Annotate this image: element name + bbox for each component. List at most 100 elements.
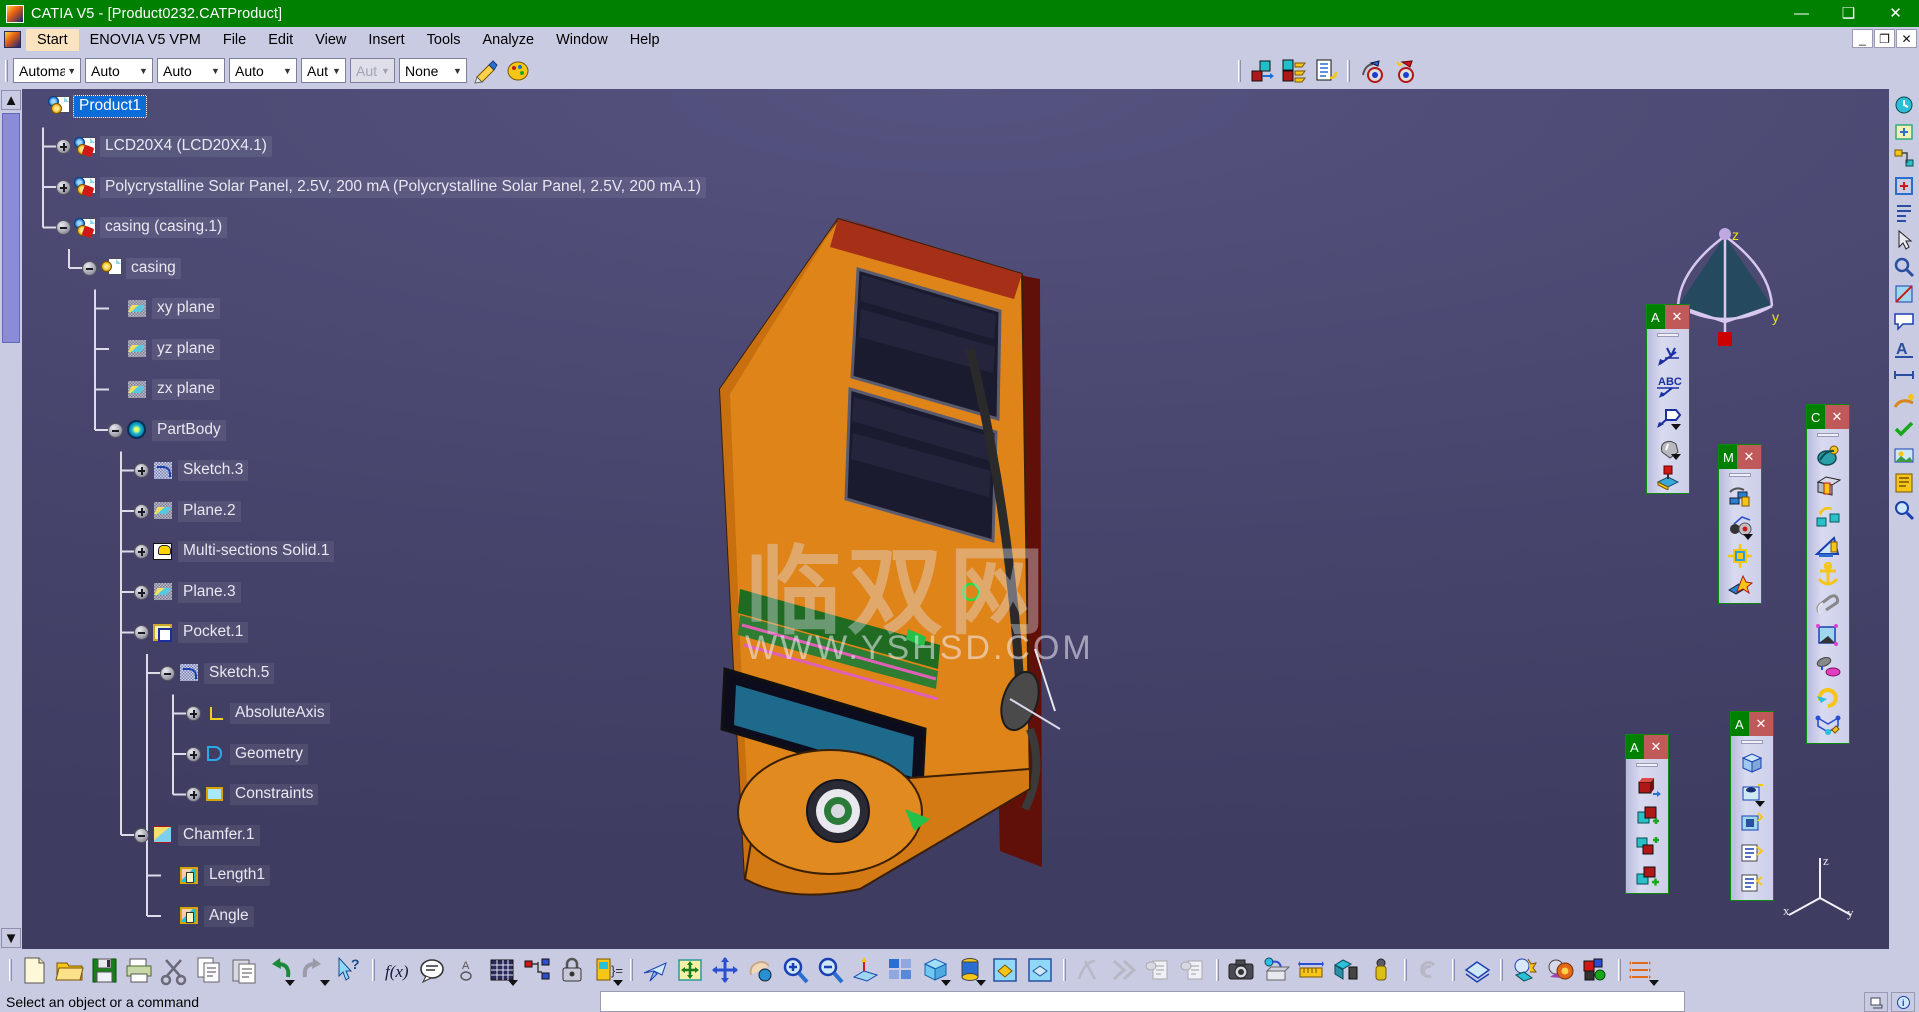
measure-update-icon[interactable] bbox=[1726, 572, 1754, 600]
toolbar-titlebar[interactable]: C ✕ bbox=[1807, 405, 1849, 429]
redo-icon[interactable] bbox=[299, 955, 330, 986]
tree-item-angle[interactable]: Angle bbox=[160, 905, 254, 927]
menu-item-help[interactable]: Help bbox=[619, 29, 671, 51]
photo-studio-icon[interactable] bbox=[1357, 57, 1385, 85]
tree-item-label[interactable]: Sketch.5 bbox=[204, 662, 275, 684]
tree-item-label[interactable]: Angle bbox=[204, 905, 254, 927]
window-status-icon[interactable] bbox=[1864, 992, 1888, 1012]
tree-item-label[interactable]: Polycrystalline Solar Panel, 2.5V, 200 m… bbox=[100, 176, 706, 198]
scroll-down-button[interactable]: ▼ bbox=[1, 928, 21, 948]
offset-constraint-icon[interactable] bbox=[1814, 472, 1842, 500]
close-button[interactable]: ✕ bbox=[1872, 0, 1919, 27]
new-file-icon[interactable] bbox=[19, 955, 50, 986]
toolbar-grip[interactable] bbox=[1063, 959, 1066, 981]
measure-inertia-icon[interactable] bbox=[1366, 955, 1397, 986]
menu-item-edit[interactable]: Edit bbox=[257, 29, 304, 51]
tree-scrollbar[interactable]: ▲ ▼ bbox=[0, 89, 22, 949]
tree-item-constraints[interactable]: Constraints bbox=[186, 784, 319, 806]
tree-item-polycrystalline-solar-panel-2-5v-200-ma-polycrystalline-solar-panel-2-5v-200-ma-1[interactable]: Polycrystalline Solar Panel, 2.5V, 200 m… bbox=[56, 176, 706, 198]
tree-item-label[interactable]: PartBody bbox=[152, 419, 226, 441]
table-icon[interactable] bbox=[487, 955, 518, 986]
tree-expander-minus[interactable] bbox=[134, 827, 149, 843]
flexible-rigid-icon[interactable] bbox=[1814, 712, 1842, 740]
measure-toolbar[interactable]: M ✕ bbox=[1718, 444, 1762, 604]
lock-icon[interactable] bbox=[557, 955, 588, 986]
fix-together-icon[interactable] bbox=[1814, 592, 1842, 620]
tree-item-product1[interactable]: Product1 bbox=[30, 94, 148, 118]
spiral-icon[interactable] bbox=[1414, 955, 1445, 986]
knowledge-icon[interactable]: }= bbox=[592, 955, 623, 986]
toolbar-titlebar[interactable]: A ✕ bbox=[1731, 712, 1773, 736]
tree-item-length1[interactable]: Length1 bbox=[160, 865, 271, 887]
tree-item-label[interactable]: Plane.2 bbox=[178, 500, 241, 522]
linetype-combo[interactable]: Aut ▼ bbox=[301, 58, 346, 83]
tree-item-label[interactable]: Constraints bbox=[230, 784, 319, 805]
menu-item-tools[interactable]: Tools bbox=[416, 29, 472, 51]
tree-item-label[interactable]: Pocket.1 bbox=[178, 622, 249, 643]
none-combo[interactable]: None ▼ bbox=[399, 58, 467, 83]
visu-combo[interactable]: Auto ▼ bbox=[229, 58, 297, 83]
paste-icon[interactable] bbox=[229, 955, 260, 986]
fly-mode-icon[interactable] bbox=[640, 955, 671, 986]
apply-material-icon[interactable] bbox=[1248, 57, 1276, 85]
measure-item-icon[interactable] bbox=[1331, 955, 1362, 986]
undo-icon[interactable] bbox=[264, 955, 295, 986]
enhanced-scene-icon[interactable] bbox=[1143, 955, 1174, 986]
search-icon[interactable] bbox=[1891, 497, 1917, 523]
tree-item-chamfer-1[interactable]: Chamfer.1 bbox=[134, 824, 260, 846]
hand-annotation-icon[interactable] bbox=[1654, 432, 1682, 460]
chevron-down-icon[interactable] bbox=[941, 979, 951, 986]
print-icon[interactable] bbox=[124, 955, 155, 986]
toolbar-grip[interactable] bbox=[1216, 959, 1219, 981]
tree-item-label[interactable]: Product1 bbox=[72, 94, 148, 118]
tree-expander-minus[interactable] bbox=[134, 625, 149, 640]
graph-tree-icon[interactable] bbox=[1891, 146, 1917, 172]
mdi-close-button[interactable]: ✕ bbox=[1896, 29, 1917, 48]
tree-item-absoluteaxis[interactable]: AbsoluteAxis bbox=[186, 703, 330, 725]
quick-constraint-icon[interactable] bbox=[1814, 622, 1842, 650]
chevron-down-icon[interactable] bbox=[1755, 801, 1765, 807]
catalog-icon[interactable] bbox=[1891, 470, 1917, 496]
tree-expander-plus[interactable] bbox=[186, 787, 201, 802]
mdi-minimize-button[interactable]: _ bbox=[1852, 29, 1873, 48]
menu-item-insert[interactable]: Insert bbox=[357, 29, 415, 51]
tree-expander-minus[interactable] bbox=[108, 422, 123, 438]
annotation-icon[interactable] bbox=[1891, 308, 1917, 334]
measure-item-icon[interactable] bbox=[1726, 482, 1754, 510]
scene-icon[interactable] bbox=[1891, 443, 1917, 469]
tree-item-label[interactable]: Length1 bbox=[204, 865, 271, 886]
toolbar-grip[interactable] bbox=[630, 959, 633, 981]
tree-item-label[interactable]: Plane.3 bbox=[178, 581, 241, 603]
tree-item-label[interactable]: zx plane bbox=[152, 379, 220, 400]
color-palette-icon[interactable] bbox=[505, 57, 533, 85]
apply-icon[interactable] bbox=[1891, 416, 1917, 442]
picking-tool-icon[interactable] bbox=[1654, 462, 1682, 491]
tree-item-pocket-1[interactable]: Pocket.1 bbox=[134, 622, 249, 644]
tree-item-multi-sections-solid-1[interactable]: Multi-sections Solid.1 bbox=[134, 541, 335, 563]
toolbar-grip[interactable] bbox=[1618, 959, 1621, 981]
catalog-browser-icon[interactable] bbox=[1280, 57, 1308, 85]
zoom-out-icon[interactable] bbox=[815, 955, 846, 986]
close-icon[interactable]: ✕ bbox=[1737, 445, 1761, 469]
capture-icon[interactable] bbox=[1261, 955, 1292, 986]
cut-scissors-icon[interactable] bbox=[159, 955, 190, 986]
formula-fx-icon[interactable]: f(x) bbox=[382, 955, 413, 986]
menu-item-analyze[interactable]: Analyze bbox=[472, 29, 546, 51]
tree-item-label[interactable]: Multi-sections Solid.1 bbox=[178, 541, 335, 562]
chevron-down-icon[interactable] bbox=[320, 979, 330, 986]
tree-item-label[interactable]: casing (casing.1) bbox=[100, 217, 228, 238]
toolbar-grip[interactable] bbox=[1238, 59, 1241, 82]
magnify-icon[interactable] bbox=[1891, 254, 1917, 280]
fast-forward-icon[interactable] bbox=[1108, 955, 1139, 986]
section-icon[interactable] bbox=[1891, 281, 1917, 307]
tree-item-sketch-3[interactable]: Sketch.3 bbox=[134, 460, 249, 482]
tree-expander-plus[interactable] bbox=[134, 544, 149, 559]
tree-expander-plus[interactable] bbox=[134, 503, 149, 519]
toolbar-titlebar[interactable]: M ✕ bbox=[1719, 445, 1761, 469]
tree-expander-plus[interactable] bbox=[134, 584, 149, 600]
relations-icon[interactable] bbox=[522, 955, 553, 986]
tree-item-label[interactable]: LCD20X4 (LCD20X4.1) bbox=[100, 136, 272, 157]
layer-icon[interactable] bbox=[1462, 955, 1493, 986]
tree-item-yz-plane[interactable]: yz plane bbox=[108, 338, 220, 360]
filter-combo[interactable]: Auto ▼ bbox=[85, 58, 153, 83]
